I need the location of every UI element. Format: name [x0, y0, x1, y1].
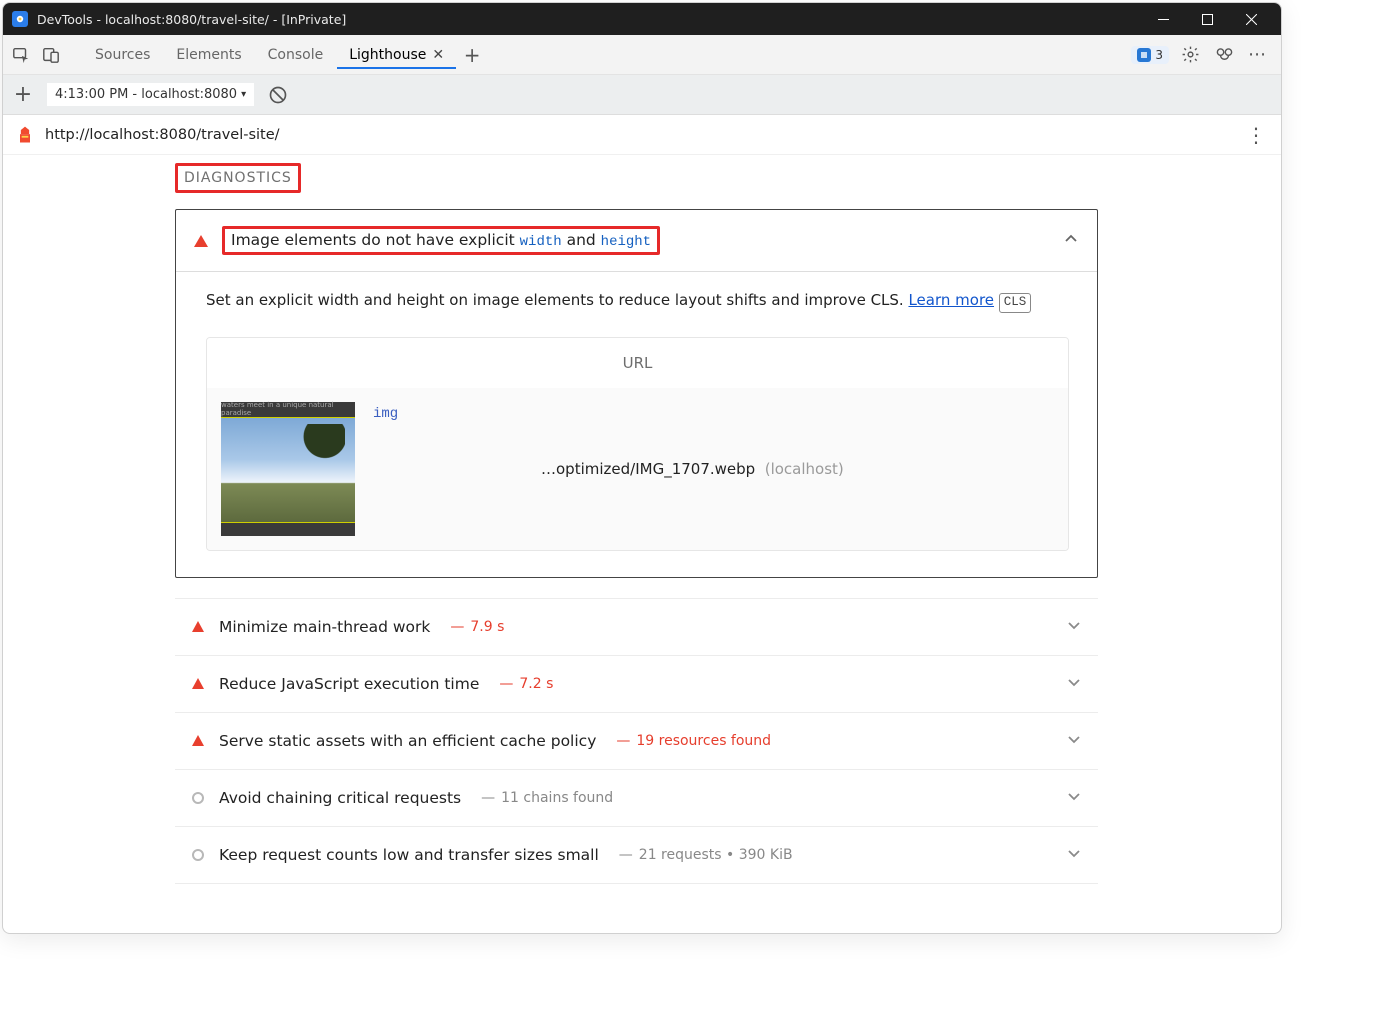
- learn-more-link[interactable]: Learn more: [908, 291, 994, 309]
- more-icon[interactable]: ⋯: [1245, 42, 1271, 68]
- maximize-button[interactable]: [1185, 3, 1229, 35]
- audit-row-note: —21 requests • 390 KiB: [613, 847, 793, 863]
- audit-row-title: Minimize main-thread work: [219, 618, 430, 636]
- app-icon: [11, 10, 29, 28]
- experiments-icon[interactable]: [1211, 42, 1237, 68]
- tab-sources[interactable]: Sources: [83, 41, 162, 69]
- report-menu-icon[interactable]: ⋮: [1243, 122, 1269, 148]
- audit-table: URL waters meet in a unique natural para…: [206, 337, 1069, 551]
- info-circle-icon: [191, 849, 205, 861]
- new-report-button[interactable]: +: [9, 81, 37, 109]
- lighthouse-logo-icon: [15, 125, 35, 145]
- fail-triangle-icon: [194, 235, 208, 247]
- section-title: DIAGNOSTICS: [175, 163, 301, 193]
- chevron-down-icon: [1066, 617, 1082, 637]
- inspect-element-icon[interactable]: [7, 41, 35, 69]
- settings-icon[interactable]: [1177, 42, 1203, 68]
- report-url: http://localhost:8080/travel-site/: [45, 127, 280, 143]
- audit-row[interactable]: Reduce JavaScript execution time —7.2 s: [175, 656, 1098, 713]
- audit-row-title: Avoid chaining critical requests: [219, 789, 461, 807]
- tab-elements[interactable]: Elements: [164, 41, 253, 69]
- audit-header[interactable]: Image elements do not have explicit widt…: [176, 210, 1097, 271]
- audit-row-title: Serve static assets with an efficient ca…: [219, 732, 596, 750]
- audit-row[interactable]: Keep request counts low and transfer siz…: [175, 827, 1098, 884]
- tab-strip: Sources Elements Console Lighthouse ✕ + …: [3, 35, 1281, 75]
- audit-row-note: —7.2 s: [493, 676, 553, 692]
- audit-row-note: —11 chains found: [475, 790, 613, 806]
- diagnostics-section: DIAGNOSTICS Image elements do not have e…: [175, 163, 1098, 884]
- chevron-down-icon: [1066, 731, 1082, 751]
- audit-row-note: —19 resources found: [610, 733, 771, 749]
- audit-row[interactable]: Avoid chaining critical requests —11 chai…: [175, 770, 1098, 827]
- resource-path: …optimized/IMG_1707.webp (localhost): [541, 460, 1054, 478]
- table-row: waters meet in a unique natural paradise…: [207, 388, 1068, 550]
- dropdown-caret-icon: ▾: [241, 89, 246, 100]
- tab-lighthouse[interactable]: Lighthouse ✕: [337, 41, 456, 69]
- audit-card-expanded: Image elements do not have explicit widt…: [175, 209, 1098, 578]
- report-selector[interactable]: 4:13:00 PM - localhost:8080 ▾: [47, 83, 254, 106]
- report-viewport: DIAGNOSTICS Image elements do not have e…: [3, 155, 1281, 933]
- cls-badge: CLS: [999, 293, 1032, 313]
- issues-count: 3: [1155, 48, 1163, 62]
- tab-label: Elements: [176, 47, 241, 63]
- device-toolbar-icon[interactable]: [37, 41, 65, 69]
- chevron-up-icon: [1063, 231, 1079, 251]
- devtools-window: DevTools - localhost:8080/travel-site/ -…: [2, 2, 1282, 934]
- image-thumbnail: waters meet in a unique natural paradise: [221, 402, 355, 536]
- report-label: 4:13:00 PM - localhost:8080: [55, 87, 237, 102]
- audit-description: Set an explicit width and height on imag…: [206, 290, 1069, 313]
- title-bar: DevTools - localhost:8080/travel-site/ -…: [3, 3, 1281, 35]
- audit-row-note: —7.9 s: [444, 619, 504, 635]
- element-tag: img: [373, 406, 1054, 422]
- audit-row[interactable]: Minimize main-thread work —7.9 s: [175, 598, 1098, 656]
- audit-row-title: Reduce JavaScript execution time: [219, 675, 479, 693]
- fail-triangle-icon: [191, 621, 205, 632]
- fail-triangle-icon: [191, 678, 205, 689]
- chevron-down-icon: [1066, 845, 1082, 865]
- info-circle-icon: [191, 792, 205, 804]
- audit-row[interactable]: Serve static assets with an efficient ca…: [175, 713, 1098, 770]
- minimize-button[interactable]: [1141, 3, 1185, 35]
- tab-label: Lighthouse: [349, 47, 426, 63]
- tab-label: Console: [268, 47, 324, 63]
- report-url-bar: http://localhost:8080/travel-site/ ⋮: [3, 115, 1281, 155]
- close-tab-icon[interactable]: ✕: [432, 47, 444, 63]
- audit-row-title: Keep request counts low and transfer siz…: [219, 846, 599, 864]
- table-header-url: URL: [207, 338, 1068, 388]
- report-scroll[interactable]: DIAGNOSTICS Image elements do not have e…: [3, 155, 1281, 933]
- close-button[interactable]: [1229, 3, 1273, 35]
- tab-label: Sources: [95, 47, 150, 63]
- window-title: DevTools - localhost:8080/travel-site/ -…: [37, 12, 346, 27]
- issue-icon: [1137, 48, 1151, 62]
- audit-title: Image elements do not have explicit widt…: [231, 231, 651, 249]
- issues-badge[interactable]: 3: [1131, 46, 1169, 64]
- lighthouse-toolbar: + 4:13:00 PM - localhost:8080 ▾: [3, 75, 1281, 115]
- tab-console[interactable]: Console: [256, 41, 336, 69]
- chevron-down-icon: [1066, 674, 1082, 694]
- fail-triangle-icon: [191, 735, 205, 746]
- chevron-down-icon: [1066, 788, 1082, 808]
- clear-report-button[interactable]: [264, 81, 292, 109]
- audit-body: Set an explicit width and height on imag…: [176, 271, 1097, 577]
- add-tab-button[interactable]: +: [458, 41, 486, 69]
